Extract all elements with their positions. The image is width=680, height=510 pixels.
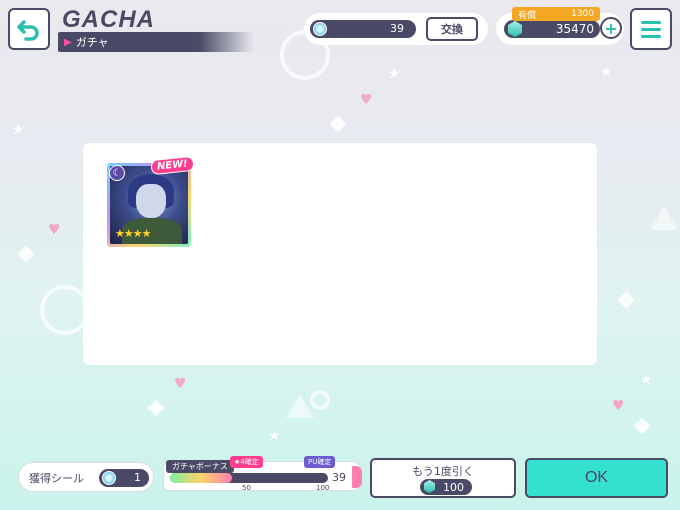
seal-icon	[102, 471, 116, 485]
paid-gem-tag: 有償 1300	[512, 7, 600, 21]
gem-icon	[508, 21, 522, 37]
back-arrow-icon	[17, 20, 39, 41]
page-subtitle: ガチャ	[75, 36, 109, 49]
bonus-milestone-pickup: PU確定	[304, 456, 336, 468]
hamburger-icon-line	[641, 34, 661, 38]
pull-again-button[interactable]: もう1度引く 100	[370, 458, 516, 498]
screen-title: GACHA ▶ ガチャ	[58, 6, 258, 52]
bonus-progress-track	[170, 473, 328, 483]
bonus-title: ガチャボーナス	[166, 460, 234, 473]
bonus-edge-accent	[352, 466, 362, 488]
subtitle-bar: ▶ ガチャ	[58, 32, 254, 52]
bonus-tick-50: 50	[242, 484, 251, 492]
stone-counter: 39 交換	[304, 13, 488, 45]
stone-icon	[313, 22, 327, 36]
bonus-value: 39	[332, 471, 346, 484]
hamburger-icon-line	[641, 27, 661, 31]
hamburger-icon-line	[641, 20, 661, 24]
bonus-progress-fill	[170, 473, 232, 483]
gem-value-box: 35470	[504, 20, 600, 38]
moon-attribute-icon: ☾	[109, 165, 125, 181]
add-gems-button[interactable]: +	[600, 17, 622, 39]
play-arrow-icon: ▶	[64, 36, 72, 48]
stone-value-box: 39	[310, 20, 416, 38]
seal-count: 1	[134, 471, 141, 484]
card-rarity-stars: ★★★★	[115, 227, 151, 240]
gacha-bonus-meter: ガチャボーナス ★4確定 PU確定 50 100 39	[163, 456, 362, 492]
exchange-button[interactable]: 交換	[426, 17, 478, 41]
ok-button[interactable]: OK	[525, 458, 668, 498]
portrait-face	[136, 184, 166, 218]
pull-again-cost: 100	[420, 479, 472, 495]
result-card[interactable]: ★★★★ ☾ NEW!	[107, 155, 195, 247]
paid-label: 有償	[518, 10, 537, 21]
menu-button[interactable]	[630, 8, 672, 50]
pull-again-label: もう1度引く	[412, 465, 474, 478]
gacha-result-panel: ★★★★ ☾ NEW!	[83, 143, 597, 365]
bonus-tick-100: 100	[316, 484, 330, 492]
bonus-milestone-4star: ★4確定	[230, 456, 263, 468]
paid-value: 1300	[571, 9, 594, 19]
gem-icon	[424, 480, 435, 493]
stone-count: 39	[390, 22, 404, 35]
pull-again-cost-value: 100	[443, 480, 464, 494]
seal-label: 獲得シール	[29, 472, 84, 485]
seal-value-box: 1	[99, 469, 149, 487]
page-title: GACHA	[62, 6, 155, 33]
obtained-seal-counter: 獲得シール 1	[18, 462, 154, 492]
back-button[interactable]	[8, 8, 50, 50]
plus-icon: +	[604, 18, 618, 38]
gem-count: 35470	[555, 22, 594, 36]
